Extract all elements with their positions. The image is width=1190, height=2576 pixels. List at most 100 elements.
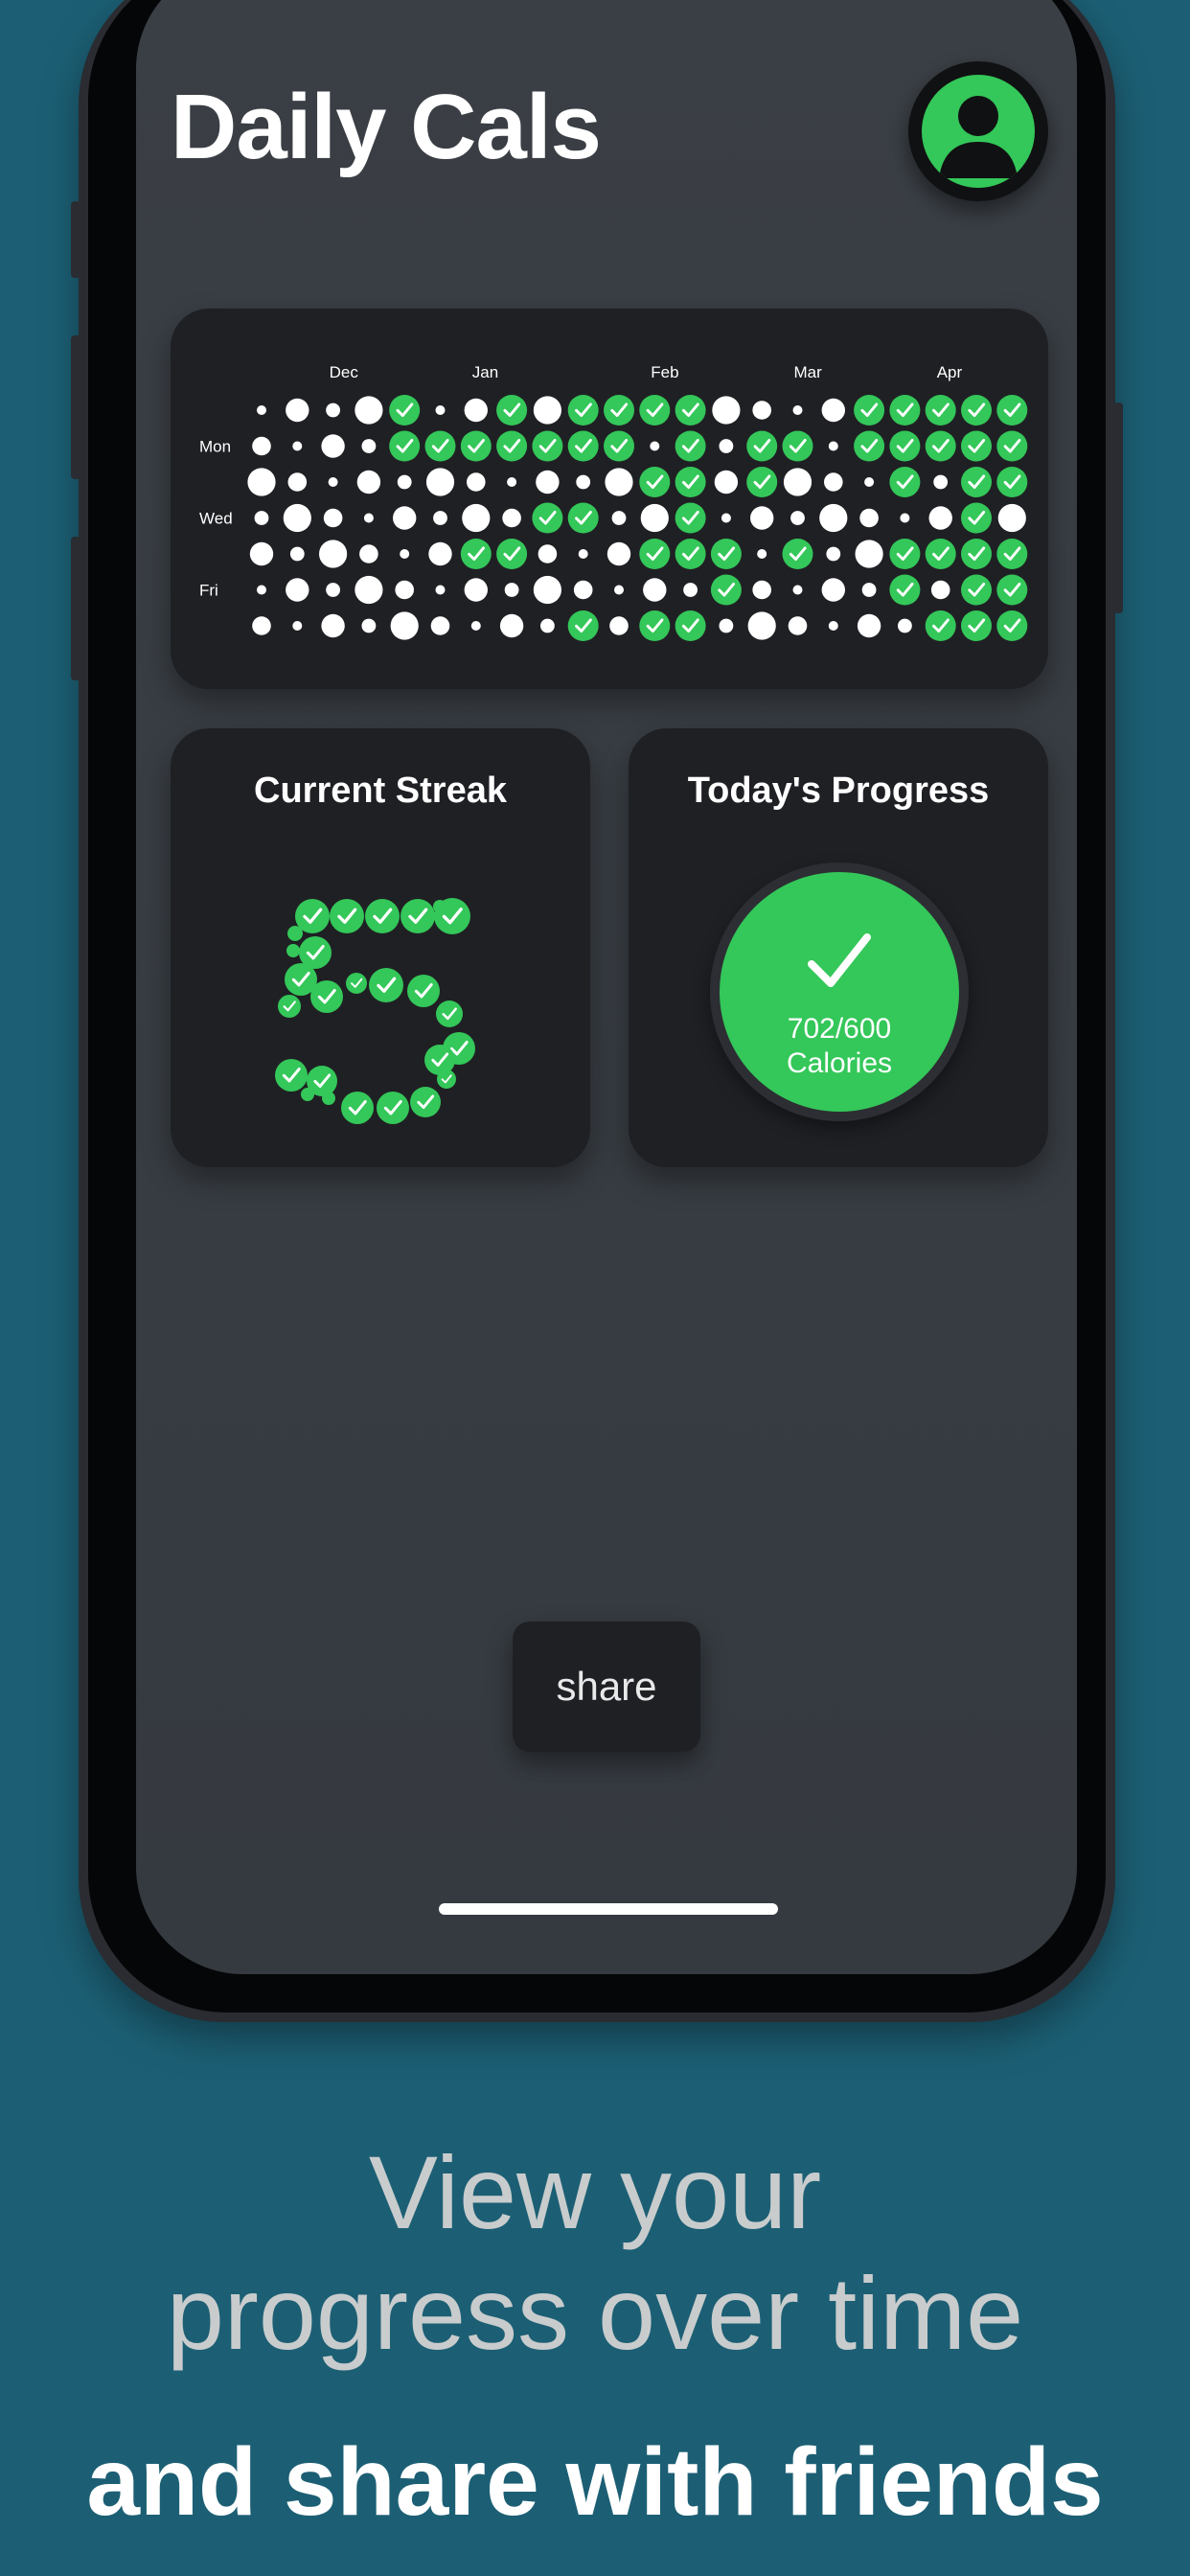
share-button[interactable]: share — [513, 1622, 700, 1752]
calendar-day[interactable] — [712, 396, 741, 425]
calendar-day[interactable] — [393, 506, 417, 530]
calendar-day[interactable] — [400, 549, 410, 559]
calendar-day-complete[interactable] — [782, 539, 813, 569]
calendar-day[interactable] — [614, 585, 624, 595]
profile-button[interactable] — [908, 61, 1048, 201]
calendar-day-complete[interactable] — [996, 430, 1028, 462]
calendar-day[interactable] — [470, 621, 481, 631]
calendar-day[interactable] — [292, 441, 303, 451]
calendar-day[interactable] — [640, 503, 669, 533]
calendar-day[interactable] — [788, 616, 808, 635]
calendar-day-complete[interactable] — [961, 430, 992, 462]
calendar-day-complete[interactable] — [675, 395, 706, 426]
calendar-day[interactable] — [898, 618, 912, 633]
calendar-day-complete[interactable] — [496, 539, 528, 569]
calendar-day-complete[interactable] — [639, 539, 671, 569]
calendar-day[interactable] — [900, 513, 910, 523]
calendar-day-complete[interactable] — [496, 430, 528, 462]
calendar-day[interactable] — [247, 468, 276, 496]
calendar-day[interactable] — [435, 405, 446, 415]
calendar-day-complete[interactable] — [567, 395, 599, 426]
calendar-day[interactable] — [578, 549, 588, 559]
calendar-day[interactable] — [606, 541, 631, 566]
calendar-day[interactable] — [257, 405, 266, 415]
calendar-day[interactable] — [390, 611, 419, 640]
calendar-day[interactable] — [467, 472, 486, 492]
calendar-day-complete[interactable] — [996, 539, 1028, 569]
calendar-day[interactable] — [643, 578, 667, 602]
calendar-day-complete[interactable] — [961, 395, 992, 426]
calendar-day-complete[interactable] — [961, 539, 992, 569]
calendar-day[interactable] — [287, 472, 308, 492]
calendar-day[interactable] — [533, 575, 561, 605]
calendar-day[interactable] — [533, 396, 561, 425]
calendar-day[interactable] — [289, 546, 305, 562]
calendar-day[interactable] — [824, 472, 843, 492]
calendar-day-complete[interactable] — [925, 539, 956, 569]
calendar-day-complete[interactable] — [782, 430, 813, 462]
calendar-day[interactable] — [861, 583, 877, 597]
calendar-day[interactable] — [504, 583, 519, 597]
calendar-day-complete[interactable] — [710, 574, 742, 606]
calendar-day[interactable] — [857, 613, 881, 638]
calendar-day-complete[interactable] — [746, 430, 778, 462]
calendar-day[interactable] — [254, 511, 269, 525]
calendar-day-complete[interactable] — [925, 430, 956, 462]
calendar-day-complete[interactable] — [889, 430, 921, 462]
calendar-day[interactable] — [425, 468, 455, 496]
calendar-day[interactable] — [428, 541, 452, 566]
calendar-day-complete[interactable] — [639, 395, 671, 426]
calendar-day[interactable] — [540, 618, 555, 633]
calendar-day[interactable] — [328, 477, 338, 487]
calendar-day[interactable] — [828, 441, 838, 451]
calendar-day-complete[interactable] — [925, 610, 956, 641]
calendar-day[interactable] — [821, 398, 845, 423]
calendar-day[interactable] — [286, 398, 309, 423]
calendar-day[interactable] — [252, 616, 271, 635]
calendar-day[interactable] — [435, 585, 446, 595]
calendar-day[interactable] — [433, 511, 447, 525]
calendar-day-complete[interactable] — [889, 395, 921, 426]
calendar-day[interactable] — [997, 503, 1026, 533]
calendar-day[interactable] — [790, 511, 805, 525]
calendar-day[interactable] — [395, 580, 414, 600]
calendar-day[interactable] — [928, 506, 952, 530]
calendar-day[interactable] — [859, 508, 879, 528]
calendar-day-complete[interactable] — [710, 539, 742, 569]
calendar-day[interactable] — [321, 613, 345, 638]
calendar-day[interactable] — [321, 434, 345, 458]
calendar-day-complete[interactable] — [961, 467, 992, 497]
calendar-day[interactable] — [714, 470, 739, 494]
calendar-day[interactable] — [573, 580, 593, 600]
calendar-day-complete[interactable] — [389, 395, 421, 426]
calendar-day-complete[interactable] — [639, 610, 671, 641]
calendar-day-complete[interactable] — [961, 502, 992, 534]
calendar-day-complete[interactable] — [854, 395, 885, 426]
calendar-day[interactable] — [721, 513, 731, 523]
calendar-day[interactable] — [752, 401, 771, 420]
calendar-day[interactable] — [464, 398, 488, 423]
calendar-day[interactable] — [536, 470, 560, 494]
calendar-day-complete[interactable] — [460, 430, 492, 462]
calendar-day[interactable] — [430, 616, 450, 635]
calendar-day[interactable] — [605, 468, 633, 496]
calendar-day-complete[interactable] — [996, 395, 1028, 426]
calendar-day[interactable] — [257, 585, 266, 595]
calendar-day[interactable] — [363, 513, 374, 523]
calendar-day-complete[interactable] — [746, 467, 778, 497]
calendar-day[interactable] — [356, 470, 381, 494]
calendar-day-complete[interactable] — [604, 395, 634, 426]
calendar-day-complete[interactable] — [961, 610, 992, 641]
calendar-day-complete[interactable] — [675, 610, 706, 641]
calendar-day[interactable] — [326, 402, 340, 418]
calendar-day[interactable] — [397, 474, 412, 490]
calendar-day[interactable] — [355, 396, 383, 425]
calendar-day[interactable] — [783, 468, 812, 496]
calendar-day[interactable] — [819, 503, 848, 533]
calendar-day[interactable] — [650, 441, 660, 451]
calendar-day[interactable] — [292, 621, 303, 631]
calendar-day[interactable] — [252, 436, 271, 456]
calendar-day-complete[interactable] — [567, 430, 599, 462]
calendar-day[interactable] — [719, 439, 734, 453]
calendar-day[interactable] — [757, 549, 767, 559]
